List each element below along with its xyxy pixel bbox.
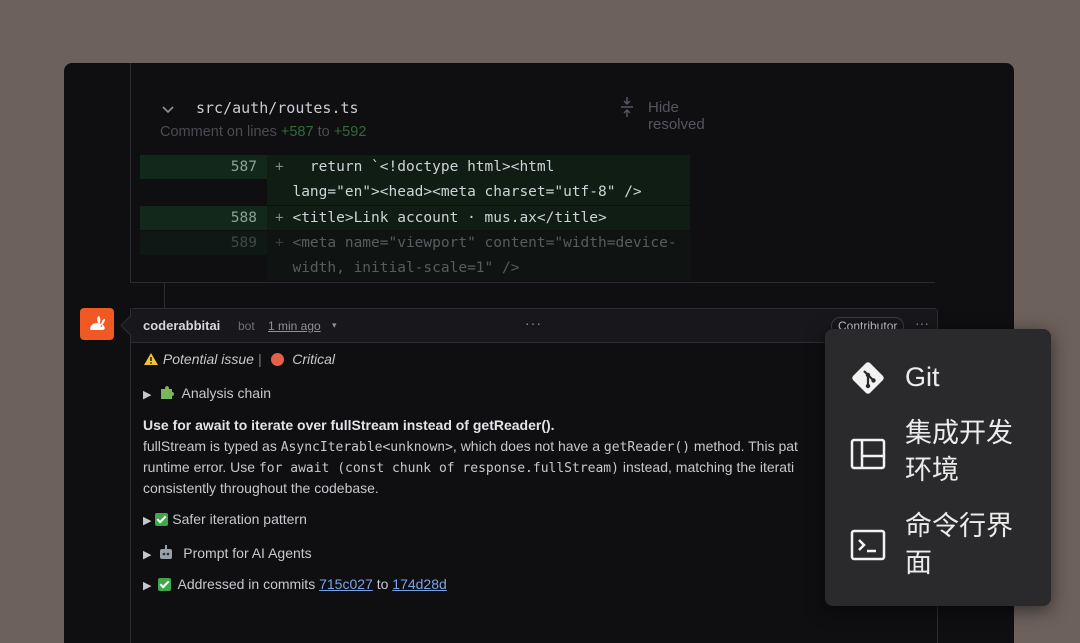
divider [130, 282, 935, 283]
safer-pattern-label: Safer iteration pattern [172, 511, 307, 527]
git-icon [852, 362, 884, 394]
thread-line [130, 63, 131, 283]
file-path[interactable]: src/auth/routes.ts [196, 99, 359, 117]
rabbit-icon [90, 316, 105, 330]
menu-item-git[interactable]: Git [825, 355, 1051, 399]
line-number: 588 [140, 206, 267, 230]
bot-badge: bot [238, 319, 255, 333]
code-line: return `<!doctype html><html [292, 159, 555, 175]
unfold-icon [621, 97, 633, 117]
comment-header: coderabbitai bot 1 min ago ▾ ··· Contrib… [120, 309, 937, 343]
text: fullStream is typed as [143, 438, 281, 454]
comment-pointer [120, 316, 139, 335]
warning-icon [144, 353, 158, 365]
comment-on-text: Comment on lines [160, 124, 277, 140]
expand-triangle-icon: ▶ [143, 515, 152, 527]
more-options-icon[interactable]: ··· [525, 315, 542, 331]
safer-pattern-toggle[interactable]: ▶ Safer iteration pattern [143, 511, 307, 527]
expand-triangle-icon: ▶ [143, 389, 152, 401]
plus-sign: + [275, 210, 284, 226]
review-comment: coderabbitai bot 1 min ago ▾ ··· Contrib… [120, 308, 938, 643]
code-line: <title>Link account · mus.ax</title> [292, 210, 607, 226]
to-text: to [317, 124, 330, 140]
menu-item-label: Git [905, 362, 940, 392]
menu-item-ide[interactable]: 集成开发 环境 [825, 415, 1051, 491]
code-line: lang="en"><head><meta charset="utf-8" /> [292, 184, 642, 200]
chevron-down-icon[interactable] [160, 101, 176, 117]
paragraph-line: fullStream is typed as AsyncIterable<unk… [143, 438, 798, 455]
comment-timestamp[interactable]: 1 min ago [268, 319, 321, 333]
author-name[interactable]: coderabbitai [143, 318, 220, 333]
context-menu: Git 集成开发 环境 命令行界 面 [825, 329, 1051, 606]
diff-line: 589 + <meta name="viewport" content="wid… [140, 231, 690, 281]
code-content: + <title>Link account · mus.ax</title> [267, 206, 690, 230]
diff-line: 588 + <title>Link account · mus.ax</titl… [140, 206, 690, 230]
menu-item-label: 命令行界 [905, 511, 1013, 541]
inline-code: for await (const chunk of response.fullS… [258, 461, 619, 476]
plus-sign: + [275, 235, 284, 251]
robot-icon [160, 545, 173, 559]
ide-icon [850, 438, 886, 470]
code-line: width, initial-scale=1" /> [292, 260, 520, 276]
code-content: + return `<!doctype html><html lang="en"… [267, 155, 690, 205]
text: runtime error. Use [143, 459, 259, 475]
menu-item-label: 面 [905, 548, 932, 578]
hide-resolved-label: Hide resolved [648, 99, 705, 133]
expand-triangle-icon: ▶ [143, 549, 152, 561]
paragraph-line: runtime error. Use for await (const chun… [143, 459, 794, 476]
line-number: 589 [140, 231, 267, 255]
check-icon [155, 513, 169, 526]
critical-dot-icon [271, 353, 285, 366]
paragraph-line: consistently throughout the codebase. [143, 480, 379, 496]
code-content: + <meta name="viewport" content="width=d… [267, 231, 690, 281]
thread-connector [164, 282, 165, 308]
text: method. This pat [690, 438, 798, 454]
commit-link[interactable]: 174d28d [392, 576, 447, 592]
commit-link[interactable]: 715c027 [319, 576, 373, 592]
separator: | [257, 351, 262, 367]
expand-triangle-icon: ▶ [143, 580, 152, 592]
text: , which does not have a [452, 438, 604, 454]
comment-lines-caption: Comment on lines +587 to +592 [160, 124, 366, 140]
caret-down-icon[interactable]: ▾ [332, 320, 337, 331]
file-header: src/auth/routes.ts Hide resolved [160, 97, 714, 133]
inline-code: getReader() [603, 440, 691, 455]
menu-item-terminal[interactable]: 命令行界 面 [825, 508, 1051, 584]
line-number: 587 [140, 155, 267, 179]
critical-label: Critical [292, 351, 336, 367]
inline-code: AsyncIterable<unknown> [280, 440, 453, 455]
puzzle-icon [161, 386, 175, 399]
addressed-label: Addressed in commits [177, 576, 316, 592]
comment-heading: Use for await to iterate over fullStream… [143, 417, 555, 433]
diff-line: 587 + return `<!doctype html><html lang=… [140, 155, 690, 205]
hide-resolved-button[interactable]: Hide resolved [621, 97, 714, 133]
addressed-commits-toggle[interactable]: ▶ Addressed in commits 715c027 to 174d28… [143, 576, 447, 592]
potential-issue-label: Potential issue [162, 351, 254, 367]
to-text: to [376, 576, 389, 592]
prompt-agents-toggle[interactable]: ▶ Prompt for AI Agents [143, 544, 312, 561]
terminal-icon [850, 529, 886, 561]
analysis-chain-toggle[interactable]: ▶ Analysis chain [143, 384, 271, 401]
line-end: +592 [333, 124, 367, 140]
check-icon [158, 578, 172, 591]
prompt-agents-label: Prompt for AI Agents [183, 545, 312, 561]
issue-line: Potential issue | Critical [143, 351, 335, 367]
plus-sign: + [275, 159, 284, 175]
analysis-chain-label: Analysis chain [181, 385, 271, 401]
avatar[interactable] [80, 308, 114, 340]
text: instead, matching the iterati [618, 459, 795, 475]
menu-item-label: 集成开发 [905, 418, 1013, 448]
menu-item-label: 环境 [905, 455, 959, 485]
line-start: +587 [280, 124, 314, 140]
code-line: <meta name="viewport" content="width=dev… [292, 235, 677, 251]
